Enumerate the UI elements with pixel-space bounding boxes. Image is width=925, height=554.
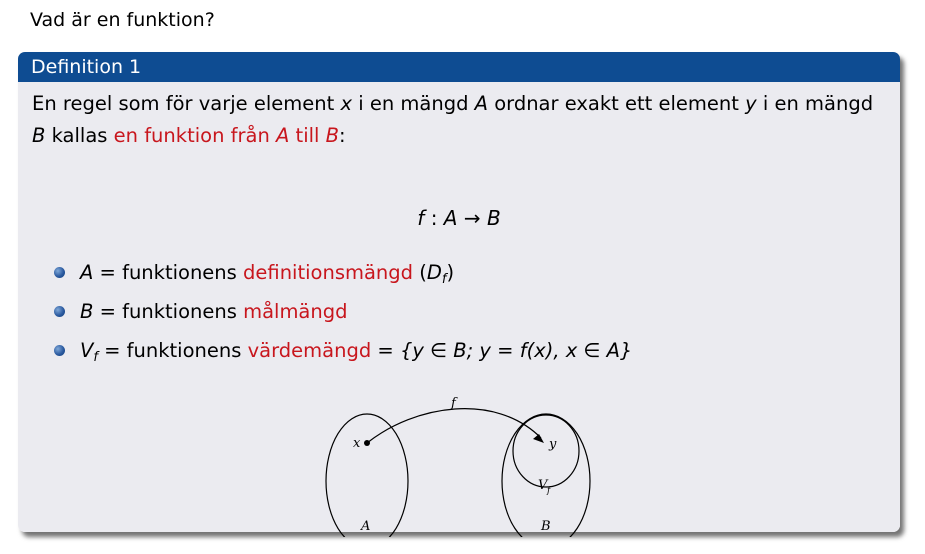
bullet-text: = funktionens [93, 300, 244, 323]
alert-segment: till [289, 124, 326, 147]
frame-title: Vad är en funktion? [30, 9, 215, 31]
bullet-text: ( [413, 261, 427, 284]
arrow-head-icon [533, 434, 544, 443]
bullet-text: = funktionens [93, 261, 244, 284]
set-definition: = {y ∈ B; y = f(x), x ∈ A} [371, 339, 633, 362]
bullet-list: A = funktionens definitionsmängd (Df) B … [54, 260, 632, 377]
text-segment: kallas [45, 124, 114, 147]
bullet-icon [54, 345, 65, 356]
bullet-item-codomain: B = funktionens målmängd [54, 299, 632, 338]
bullet-term: värdemängd [247, 339, 372, 362]
math-B: B [486, 206, 501, 230]
math-D: D [426, 261, 442, 284]
label-y: y [548, 437, 557, 452]
label-B: B [540, 519, 551, 534]
math-lhs: A [80, 261, 94, 284]
text-segment: i en mängd [352, 92, 475, 115]
math-A: A [474, 92, 489, 115]
bullet-text: = funktionens [97, 339, 248, 362]
label-A: A [360, 519, 370, 534]
math-A: A [443, 206, 458, 230]
definition-body: En regel som för varje element x i en mä… [18, 82, 900, 537]
math-B: B [32, 124, 46, 147]
bullet-term: målmängd [243, 300, 348, 323]
bullet-term: definitionsmängd [243, 261, 414, 284]
alert-text: en funktion från A till B [114, 124, 339, 147]
alert-math-B: B [325, 124, 340, 147]
formula-colon: : [424, 206, 444, 230]
math-lhs: B [80, 300, 94, 323]
text-segment: i en mängd [756, 92, 874, 115]
math-lhs: V [80, 339, 94, 362]
alert-segment: en funktion från [113, 124, 277, 147]
definition-title: Definition 1 [18, 52, 900, 82]
label-V-subscript: f [546, 486, 552, 496]
bullet-icon [54, 306, 65, 317]
definition-block: Definition 1 En regel som för varje elem… [18, 52, 900, 537]
text-segment: En regel som för varje element [32, 92, 341, 115]
bullet-item-range: Vf = funktionens värdemängd = {y ∈ B; y … [54, 338, 632, 377]
bullet-icon [54, 267, 65, 278]
bullet-item-domain: A = funktionens definitionsmängd (Df) [54, 260, 632, 299]
function-formula: f : A → B [18, 206, 900, 230]
range-Vf-ellipse [512, 414, 580, 488]
formula-arrow: → [457, 206, 487, 230]
function-mapping-diagram: f x y A B V f [325, 397, 591, 537]
math-x: x [340, 92, 353, 115]
alert-math-A: A [276, 124, 290, 147]
label-x: x [353, 436, 361, 451]
bullet-text: ) [446, 261, 455, 284]
text-segment: : [339, 124, 346, 147]
math-y: y [745, 92, 757, 115]
text-segment: ordnar exakt ett element [488, 92, 746, 115]
definition-text: En regel som för varje element x i en mä… [32, 88, 882, 152]
